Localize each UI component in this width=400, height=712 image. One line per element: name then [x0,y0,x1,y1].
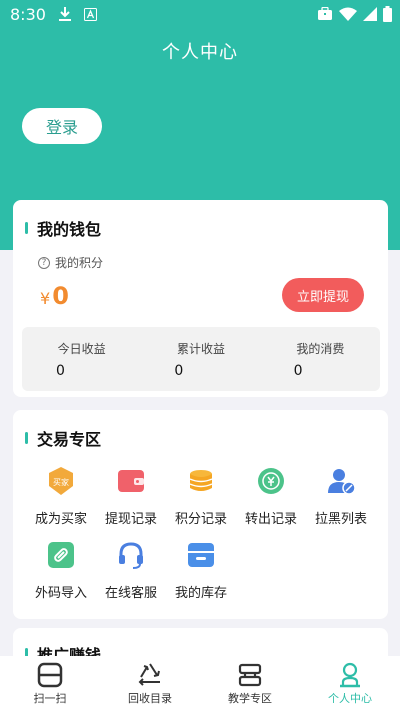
grid-item-label: 提现记录 [104,512,157,527]
grid-item-label: 积分记录 [174,512,227,527]
wifi-icon [339,7,357,21]
stat-value: 0 [293,363,303,379]
trade-zone-card: 交易专区 买家 成为买家 提现记录 积分记录 转出记录 拉黑列表 外码导入 在线… [13,410,388,619]
battery-icon [383,6,392,22]
grid-item-label: 外码导入 [34,586,87,601]
stat-label: 累计收益 [176,342,225,356]
wallet-icon [118,470,144,492]
grid-item-become-buyer[interactable]: 买家 成为买家 [26,466,96,527]
coins-icon [189,470,213,491]
buyer-badge-icon: 买家 [49,467,73,495]
points-label[interactable]: ? 我的积分 [38,254,103,271]
earnings-stats: 今日收益 0 累计收益 0 我的消费 0 [22,327,380,391]
help-icon[interactable]: ? [38,256,50,269]
stat-value: 0 [174,363,184,379]
grid-item-label: 在线客服 [104,586,157,601]
nav-item-profile[interactable]: 个人中心 [300,656,400,712]
grid-item-label: 拉黑列表 [314,512,367,527]
yuan-transfer-icon [258,468,284,494]
grid-item-label: 成为买家 [34,512,87,527]
nav-label: 扫一扫 [33,692,67,705]
nav-label: 个人中心 [328,692,372,705]
status-time: 8:30 [10,4,46,24]
profile-icon [340,662,360,688]
download-icon [58,7,71,21]
grid-item-my-inventory[interactable]: 我的库存 [166,540,236,601]
stat-total-earnings: 累计收益 0 [141,327,260,391]
stat-label: 我的消费 [296,342,345,356]
balance-value: 0 [52,282,69,310]
grid-item-online-service[interactable]: 在线客服 [96,540,166,601]
nav-label: 回收目录 [128,692,172,705]
balance-amount: ¥ 0 [40,282,69,310]
nav-label: 教学专区 [228,692,272,705]
app-notification-icon [83,7,97,21]
stat-my-spending: 我的消费 0 [261,327,380,391]
login-button[interactable]: 登录 [22,108,102,144]
link-import-icon [48,542,74,568]
svg-text:买家: 买家 [53,477,69,487]
nav-item-scan[interactable]: 扫一扫 [0,656,100,712]
page-title: 个人中心 [162,42,238,63]
withdraw-button[interactable]: 立即提现 [282,278,364,312]
title-accent-bar [25,222,28,234]
grid-item-withdraw-records[interactable]: 提现记录 [96,466,166,527]
nav-item-recycle-catalog[interactable]: 回收目录 [100,656,200,712]
scan-icon [37,662,63,688]
stat-today-earnings: 今日收益 0 [22,327,141,391]
block-user-icon [328,469,356,495]
nav-item-teaching-zone[interactable]: 教学专区 [200,656,300,712]
status-bar: 8:30 [0,0,400,28]
currency-symbol: ¥ [40,289,51,308]
trade-title-text: 交易专区 [37,430,102,449]
points-label-text: 我的积分 [55,256,104,270]
title-accent-bar [25,432,28,444]
recycle-icon [138,663,160,686]
headset-icon [119,542,143,569]
grid-item-label: 转出记录 [244,512,297,527]
stat-label: 今日收益 [57,342,106,356]
briefcase-icon [318,7,332,20]
stat-value: 0 [56,363,65,379]
teaching-icon [238,663,262,687]
cellular-signal-icon [363,7,377,21]
wallet-title-text: 我的钱包 [37,220,102,239]
grid-item-external-code-import[interactable]: 外码导入 [26,540,96,601]
bottom-nav: 扫一扫 回收目录 教学专区 个人中心 [0,656,400,712]
trade-title: 交易专区 [25,426,101,450]
grid-item-transfer-records[interactable]: 转出记录 [236,466,306,527]
grid-item-label: 我的库存 [174,586,227,601]
wallet-title: 我的钱包 [25,216,101,240]
grid-item-points-records[interactable]: 积分记录 [166,466,236,527]
grid-item-block-list[interactable]: 拉黑列表 [306,466,376,527]
wallet-card: 我的钱包 ? 我的积分 ¥ 0 立即提现 今日收益 0 累计收益 0 我的消费 … [13,200,388,397]
inventory-box-icon [188,543,214,567]
